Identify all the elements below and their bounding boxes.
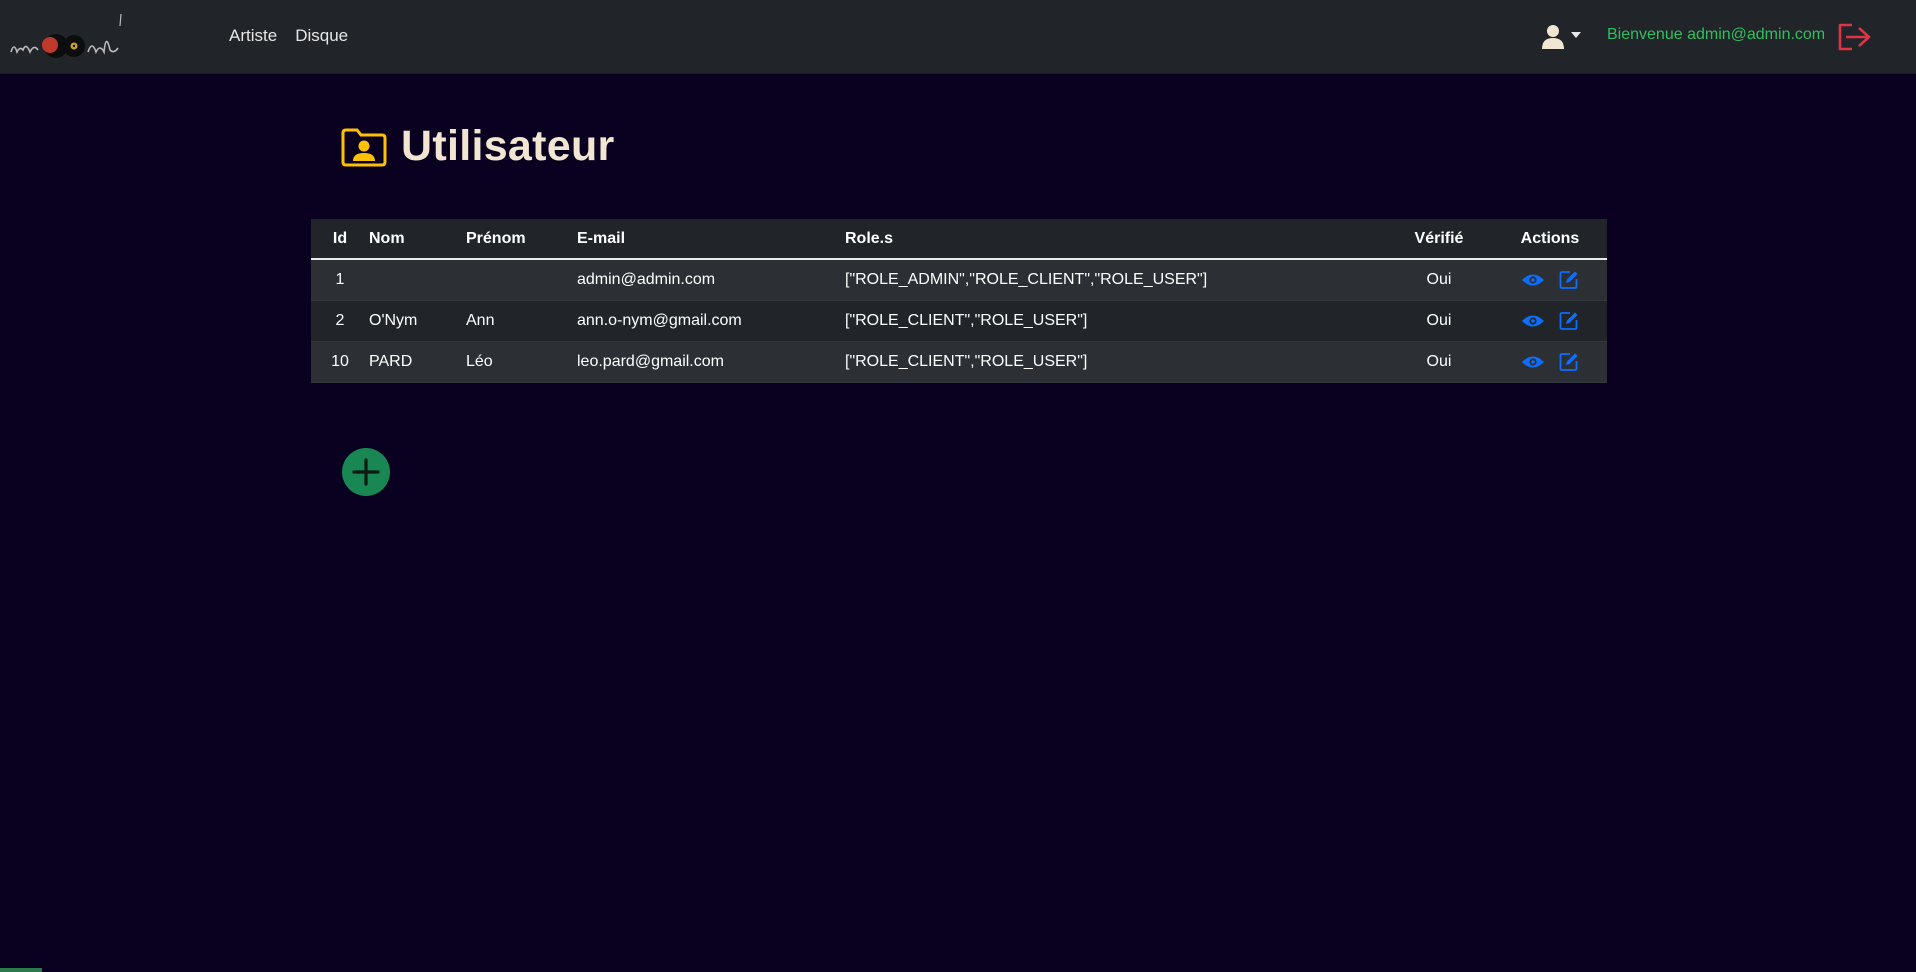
col-header-prenom: Prénom bbox=[466, 219, 577, 260]
cell-verifie: Oui bbox=[1426, 352, 1452, 370]
user-dropdown[interactable] bbox=[1541, 24, 1581, 50]
nav-links: Artiste Disque bbox=[229, 26, 348, 46]
add-user-button[interactable] bbox=[342, 448, 390, 496]
cell-email: ann.o-nym@gmail.com bbox=[577, 311, 742, 329]
cell-roles: ["ROLE_CLIENT","ROLE_USER"] bbox=[845, 311, 1088, 329]
page-title: Utilisateur bbox=[401, 122, 615, 170]
cell-actions bbox=[1493, 259, 1607, 300]
col-header-email: E-mail bbox=[577, 219, 845, 260]
cell-nom bbox=[369, 259, 466, 300]
status-strip bbox=[0, 968, 42, 972]
cell-roles: ["ROLE_CLIENT","ROLE_USER"] bbox=[845, 352, 1088, 370]
col-header-actions: Actions bbox=[1493, 219, 1607, 260]
cell-email: admin@admin.com bbox=[577, 270, 716, 288]
cell-actions bbox=[1493, 300, 1607, 341]
cell-prenom: Léo bbox=[466, 352, 493, 370]
user-folder-icon bbox=[341, 128, 387, 166]
col-header-roles: Role.s bbox=[845, 219, 1385, 260]
cell-email: leo.pard@gmail.com bbox=[577, 352, 724, 370]
eye-icon[interactable] bbox=[1521, 313, 1545, 329]
eye-icon[interactable] bbox=[1521, 272, 1545, 288]
table-row: 2 O'Nym Ann ann.o-nym@gmail.com ["ROLE_C… bbox=[311, 300, 1607, 341]
cell-nom: O'Nym bbox=[369, 311, 418, 329]
table-row: 10 PARD Léo leo.pard@gmail.com ["ROLE_CL… bbox=[311, 341, 1607, 382]
brand-logo[interactable] bbox=[8, 12, 124, 62]
cell-roles: ["ROLE_ADMIN","ROLE_CLIENT","ROLE_USER"] bbox=[845, 270, 1208, 288]
table-header-row: Id Nom Prénom E-mail Role.s Vérifié Acti… bbox=[311, 219, 1607, 260]
cell-id: 2 bbox=[335, 311, 345, 329]
cell-prenom bbox=[466, 259, 577, 300]
col-header-id: Id bbox=[311, 219, 369, 260]
col-header-verifie: Vérifié bbox=[1385, 219, 1493, 260]
edit-icon[interactable] bbox=[1559, 270, 1579, 290]
users-table: Id Nom Prénom E-mail Role.s Vérifié Acti… bbox=[311, 219, 1607, 383]
edit-icon[interactable] bbox=[1559, 352, 1579, 372]
nav-item-disque[interactable]: Disque bbox=[295, 26, 348, 46]
col-header-nom: Nom bbox=[369, 219, 466, 260]
cell-verifie: Oui bbox=[1426, 270, 1452, 288]
cell-nom: PARD bbox=[369, 352, 413, 370]
table-row: 1 admin@admin.com ["ROLE_ADMIN","ROLE_CL… bbox=[311, 259, 1607, 300]
chevron-down-icon bbox=[1571, 32, 1581, 38]
cell-id: 1 bbox=[335, 270, 345, 288]
cell-actions bbox=[1493, 341, 1607, 382]
cell-prenom: Ann bbox=[466, 311, 495, 329]
nav-item-artiste[interactable]: Artiste bbox=[229, 26, 277, 46]
logout-icon[interactable] bbox=[1836, 22, 1872, 52]
eye-icon[interactable] bbox=[1521, 354, 1545, 370]
user-icon bbox=[1542, 25, 1564, 49]
navbar: Artiste Disque Bienvenue admin@admin.com bbox=[0, 0, 1916, 74]
edit-icon[interactable] bbox=[1559, 311, 1579, 331]
welcome-text: Bienvenue admin@admin.com bbox=[1607, 26, 1826, 43]
page-header: Utilisateur bbox=[341, 122, 615, 171]
cell-id: 10 bbox=[331, 352, 349, 370]
cell-verifie: Oui bbox=[1426, 311, 1452, 329]
plus-icon bbox=[352, 458, 380, 486]
